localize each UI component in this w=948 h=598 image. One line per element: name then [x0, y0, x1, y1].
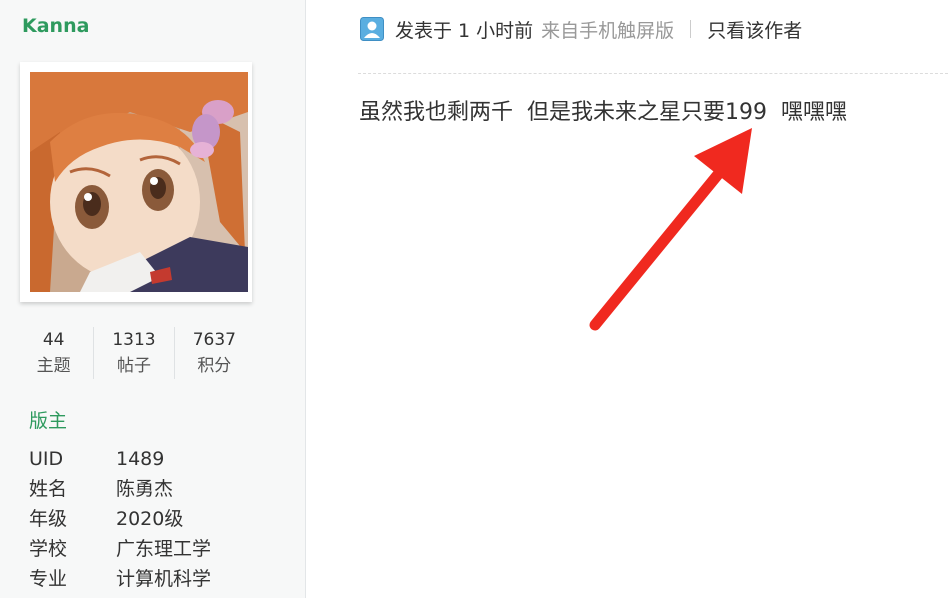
author-username[interactable]: Kanna — [22, 15, 89, 37]
profile-row-grade: 年级 2020级 — [29, 504, 211, 534]
profile-key: UID — [29, 448, 64, 470]
author-stats: 44 主题 1313 帖子 7637 积分 — [14, 327, 254, 379]
profile-key: 学校 — [29, 538, 68, 560]
stat-topics[interactable]: 44 主题 — [14, 327, 95, 379]
profile-key: 姓名 — [29, 478, 68, 500]
post-main: 发表于 1 小时前 来自手机触屏版 只看该作者 虽然我也剩两千 但是我未来之星只… — [306, 0, 948, 598]
profile-value: 广东理工学 — [116, 538, 212, 560]
profile-row-uid: UID 1489 — [29, 444, 211, 474]
avatar-image[interactable] — [30, 72, 248, 292]
stat-label: 帖子 — [116, 356, 151, 376]
profile-row-name: 姓名 陈勇杰 — [29, 474, 211, 504]
profile-key: 年级 — [29, 508, 68, 530]
stat-value: 44 — [42, 330, 65, 350]
profile-info: UID 1489 姓名 陈勇杰 年级 2020级 学校 广东理工学 专业 计算机… — [29, 444, 211, 594]
stat-posts[interactable]: 1313 帖子 — [94, 327, 175, 379]
profile-value: 1489 — [116, 448, 165, 470]
stat-credits[interactable]: 7637 积分 — [175, 327, 254, 379]
stat-label: 积分 — [197, 356, 232, 376]
profile-row-major: 专业 计算机科学 — [29, 564, 211, 594]
profile-value: 陈勇杰 — [116, 478, 174, 500]
profile-value: 2020级 — [116, 508, 184, 530]
profile-key: 专业 — [29, 568, 68, 590]
author-sidebar: Kanna 44 主题 1313 帖子 7637 积分 版主 UID 1489 … — [0, 0, 306, 598]
stat-value: 7637 — [192, 330, 236, 350]
avatar[interactable] — [20, 62, 252, 302]
stat-label: 主题 — [36, 356, 71, 376]
profile-row-school: 学校 广东理工学 — [29, 534, 211, 564]
red-arrow-annotation — [589, 128, 752, 331]
stat-value: 1313 — [112, 330, 156, 350]
profile-value: 计算机科学 — [116, 568, 212, 590]
user-role: 版主 — [29, 410, 68, 432]
